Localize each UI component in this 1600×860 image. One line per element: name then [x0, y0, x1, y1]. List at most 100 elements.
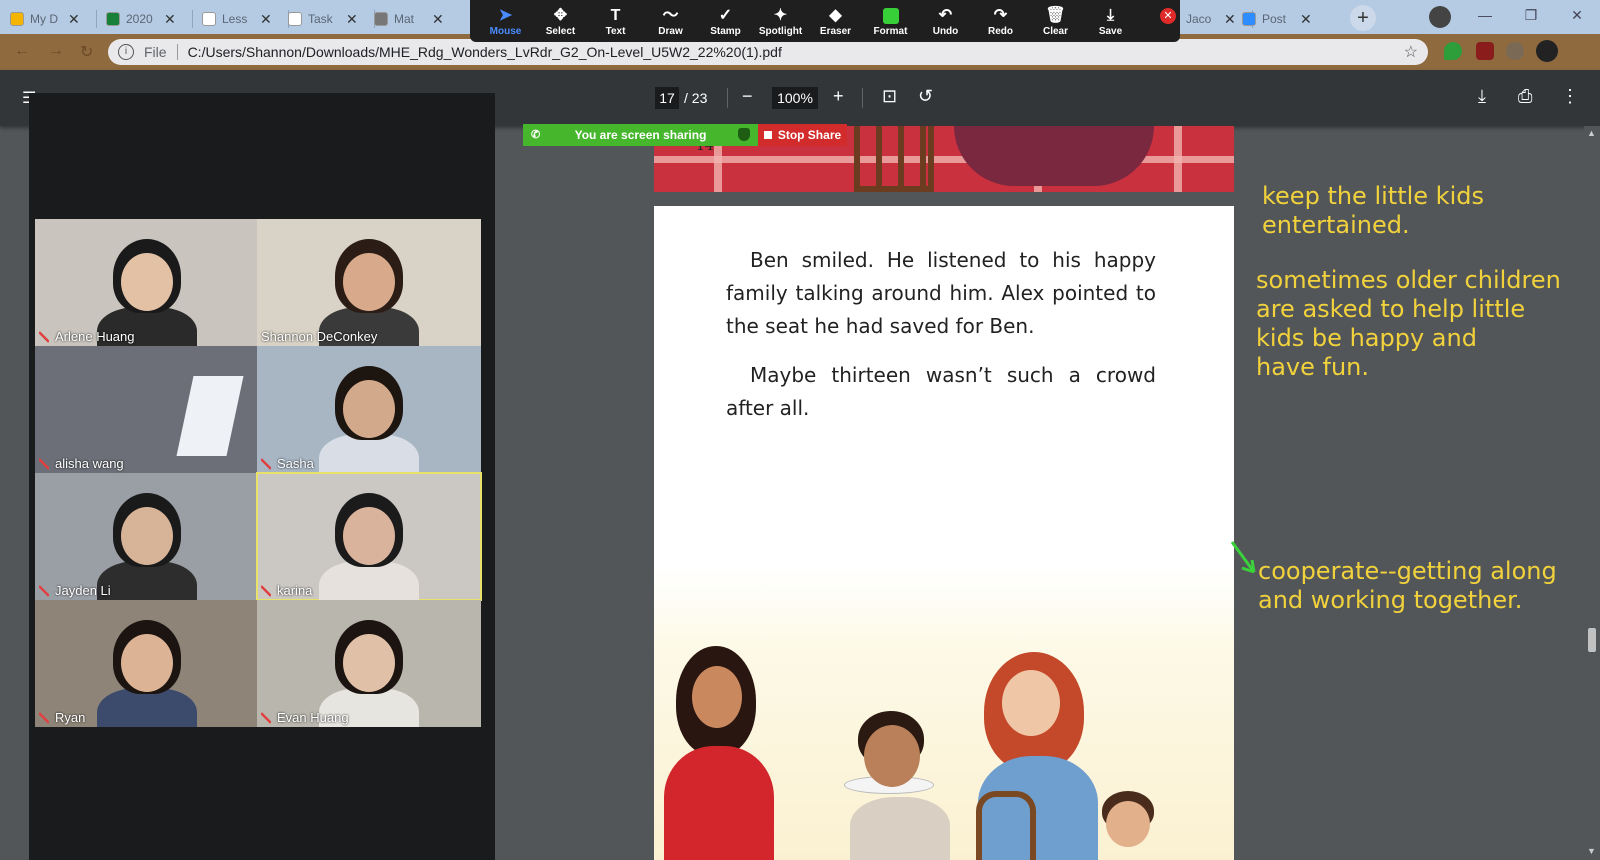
annotation-tool-undo[interactable]: ↶ Undo: [918, 0, 973, 42]
participant-tile[interactable]: Ryan: [35, 600, 259, 727]
annotation-tool-eraser[interactable]: ◆ Eraser: [808, 0, 863, 42]
annotation-tool-spotlight[interactable]: ✦ Spotlight: [753, 0, 808, 42]
extension-chat-icon[interactable]: [1444, 42, 1462, 60]
participant-name: Ryan: [55, 710, 86, 725]
annotation-tool-label: Spotlight: [758, 26, 803, 37]
tab-separator: [192, 10, 193, 28]
browser-tab[interactable]: Mat ✕: [368, 4, 450, 34]
annotation-tool-draw[interactable]: 〜 Draw: [643, 0, 698, 42]
participant-name-label: alisha wang: [39, 456, 124, 471]
sharing-status[interactable]: ✆ You are screen sharing: [523, 124, 758, 146]
fit-page-icon[interactable]: ⊡: [882, 86, 897, 107]
eraser-icon: ◆: [829, 7, 842, 24]
move-icon: ✥: [553, 7, 568, 24]
participant-face: [121, 253, 173, 311]
browser-tab[interactable]: 2020 ✕: [100, 4, 182, 34]
annotation-tool-redo[interactable]: ↷ Redo: [973, 0, 1028, 42]
participant-name-label: Sasha: [261, 456, 314, 471]
annotation-text[interactable]: keep the little kids entertained.: [1262, 182, 1484, 240]
close-window-icon[interactable]: ✕: [1554, 0, 1600, 30]
drawn-arrow-icon[interactable]: [1230, 540, 1260, 580]
participant-name: Evan Huang: [277, 710, 349, 725]
stamp-icon: ✓: [718, 7, 733, 24]
participant-tile[interactable]: karina: [256, 472, 482, 601]
participant-name: karina: [277, 583, 313, 598]
address-url[interactable]: C:/Users/Shannon/Downloads/MHE_Rdg_Wonde…: [188, 44, 782, 60]
more-options-icon[interactable]: ⋮: [1561, 86, 1579, 107]
tab-title: Jaco: [1186, 12, 1212, 26]
tab-search-icon[interactable]: [1429, 6, 1451, 28]
annotation-tool-label: Undo: [932, 26, 959, 37]
tab-favicon-icon: [10, 12, 24, 26]
participant-tile[interactable]: Sasha: [257, 346, 481, 473]
tab-close-icon[interactable]: ✕: [1300, 11, 1312, 28]
print-icon[interactable]: ⎙: [1518, 86, 1532, 107]
tab-close-icon[interactable]: ✕: [432, 11, 444, 28]
tab-close-icon[interactable]: ✕: [68, 11, 80, 28]
annotation-text[interactable]: sometimes older children are asked to he…: [1256, 266, 1561, 382]
zoom-input[interactable]: 100%: [772, 87, 818, 109]
zoom-in-icon[interactable]: +: [833, 86, 844, 107]
browser-tab[interactable]: Task ✕: [282, 4, 364, 34]
tab-close-icon[interactable]: ✕: [346, 11, 358, 28]
participant-face: [343, 507, 395, 565]
annotation-tool-stamp[interactable]: ✓ Stamp: [698, 0, 753, 42]
participant-tile[interactable]: Arlene Huang: [35, 219, 259, 346]
rotate-icon[interactable]: ↺: [918, 86, 933, 107]
muted-mic-icon: [39, 584, 49, 597]
tab-close-icon[interactable]: ✕: [260, 11, 272, 28]
tab-close-icon[interactable]: ✕: [164, 11, 176, 28]
phone-icon: ✆: [531, 129, 541, 141]
pdf-scrollbar[interactable]: ▲ ▼: [1584, 126, 1600, 860]
new-tab-button[interactable]: +: [1350, 5, 1376, 31]
participant-tile[interactable]: Shannon DeConkey: [257, 219, 481, 346]
annotation-tool-select[interactable]: ✥ Select: [533, 0, 588, 42]
annotation-tool-clear[interactable]: 🗑 Clear: [1028, 0, 1083, 42]
extensions-puzzle-icon[interactable]: [1506, 42, 1524, 60]
annotation-tool-text[interactable]: T Text: [588, 0, 643, 42]
format-icon: [882, 8, 899, 24]
reload-icon[interactable]: ↻: [80, 42, 93, 62]
participant-tile[interactable]: Evan Huang: [257, 600, 481, 727]
close-annotation-icon[interactable]: ✕: [1160, 8, 1176, 24]
story-text: Ben smiled. He listened to his happy fam…: [726, 244, 1156, 441]
stop-share-button[interactable]: Stop Share: [758, 124, 847, 146]
address-bar[interactable]: i File C:/Users/Shannon/Downloads/MHE_Rd…: [108, 39, 1428, 65]
annotation-tool-mouse[interactable]: ➤ Mouse: [478, 0, 533, 42]
participant-name-label: Shannon DeConkey: [261, 329, 377, 344]
annotation-text[interactable]: cooperate--getting along and working tog…: [1258, 557, 1557, 615]
address-scheme: File: [144, 44, 167, 60]
participant-tile[interactable]: Jayden Li: [35, 473, 259, 600]
screen: My D ✕ 2020 ✕ Less ✕ Task ✕ Mat ✕ Jaco ✕ Post ✕ + — ❐…: [0, 0, 1600, 860]
browser-tab[interactable]: My D ✕: [4, 4, 86, 34]
bookmark-star-icon[interactable]: ☆: [1404, 42, 1418, 62]
back-icon[interactable]: ←: [14, 42, 30, 60]
minimize-icon[interactable]: —: [1462, 0, 1508, 30]
participant-tile[interactable]: alisha wang: [35, 346, 259, 473]
tab-close-icon[interactable]: ✕: [1224, 11, 1236, 28]
page-number-input[interactable]: 17: [655, 87, 679, 109]
tab-favicon-icon: [202, 12, 216, 26]
spotlight-icon: ✦: [773, 7, 788, 24]
download-icon[interactable]: ⤓: [1478, 86, 1486, 107]
tab-favicon-icon: [374, 12, 388, 26]
participant-name: alisha wang: [55, 456, 124, 471]
browser-tab[interactable]: Post ✕: [1236, 4, 1318, 34]
extension-ublock-icon[interactable]: [1476, 42, 1494, 60]
trash-icon: 🗑: [1045, 7, 1066, 24]
annotation-tool-label: Format: [873, 26, 908, 37]
scrollbar-thumb[interactable]: [1588, 628, 1596, 652]
tab-favicon-icon: [1242, 12, 1256, 26]
browser-tab[interactable]: Less ✕: [196, 4, 278, 34]
site-info-icon[interactable]: i: [118, 44, 134, 60]
annotation-tool-save[interactable]: ⤓ Save: [1083, 0, 1138, 42]
scroll-down-icon[interactable]: ▼: [1587, 846, 1596, 856]
scroll-up-icon[interactable]: ▲: [1587, 128, 1596, 138]
restore-icon[interactable]: ❐: [1508, 0, 1554, 30]
profile-avatar[interactable]: [1536, 40, 1558, 62]
annotation-tool-format[interactable]: Format: [863, 0, 918, 42]
tab-title: Mat: [394, 12, 415, 26]
zoom-out-icon[interactable]: −: [742, 86, 753, 107]
forward-icon[interactable]: →: [48, 42, 64, 60]
story-paragraph: Maybe thirteen wasn’t such a crowd after…: [726, 363, 1156, 420]
